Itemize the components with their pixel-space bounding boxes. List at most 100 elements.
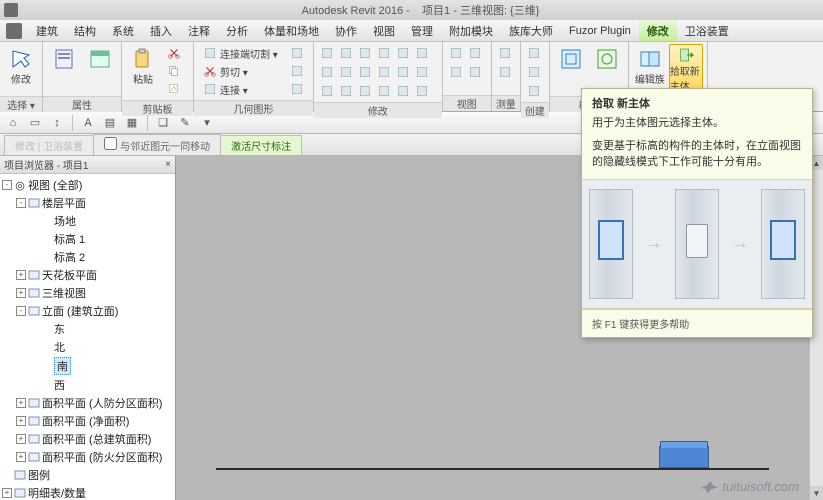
tree-twisty[interactable]: + <box>16 288 26 298</box>
menu-族库大师[interactable]: 族库大师 <box>501 20 561 41</box>
tree-twisty[interactable]: - <box>16 306 26 316</box>
ribbon-btn-pick-host[interactable]: 拾取新主体 <box>669 44 703 94</box>
tree-label[interactable]: 天花板平面 <box>42 267 97 283</box>
ribbon-tool-5-2[interactable] <box>447 63 465 81</box>
tab-checkbox[interactable] <box>104 137 117 150</box>
ribbon-tool-4-5[interactable] <box>413 44 431 62</box>
tree-label[interactable]: 明细表/数量 <box>28 485 86 500</box>
plumbing-fixture-element[interactable] <box>659 446 709 468</box>
ribbon-tool-4-6[interactable] <box>318 63 336 81</box>
tree-label[interactable]: 标高 1 <box>54 231 85 247</box>
project-browser-tree[interactable]: -◎视图 (全部)-楼层平面场地标高 1标高 2+天花板平面+三维视图-立面 (… <box>0 174 175 500</box>
menu-Fuzor Plugin[interactable]: Fuzor Plugin <box>561 20 639 41</box>
tree-twisty[interactable]: + <box>2 488 12 498</box>
ribbon-tool-4-7[interactable] <box>337 63 355 81</box>
menu-管理[interactable]: 管理 <box>403 20 441 41</box>
ribbon-tool-4-8[interactable] <box>356 63 374 81</box>
ribbon-btn-modify-arrow[interactable]: 修改 <box>4 44 38 94</box>
tree-label[interactable]: 南 <box>54 357 71 375</box>
ribbon-btn-copy[interactable] <box>162 62 189 80</box>
options-tab-1[interactable]: 与邻近图元一同移动 <box>93 134 221 155</box>
ribbon-mini-extra[interactable] <box>285 62 309 80</box>
qa-arrow-icon[interactable]: ↕ <box>48 114 66 132</box>
menu-视图[interactable]: 视图 <box>365 20 403 41</box>
qa-filter-icon[interactable]: ▤ <box>101 114 119 132</box>
ribbon-btn-cut[interactable]: 剪切 ▾ <box>198 62 283 80</box>
menu-协作[interactable]: 协作 <box>327 20 365 41</box>
tree-twisty[interactable]: - <box>2 180 12 190</box>
ribbon-tool-5-0[interactable] <box>447 44 465 62</box>
tree-twisty[interactable]: + <box>16 398 26 408</box>
menu-app[interactable] <box>0 20 28 41</box>
tree-label[interactable]: 西 <box>54 377 65 393</box>
ribbon-tool-7-1[interactable] <box>525 63 543 81</box>
ribbon-btn-type-prop[interactable] <box>83 44 117 94</box>
ribbon-tool-4-14[interactable] <box>356 82 374 100</box>
tree-label[interactable]: 面积平面 (净面积) <box>42 413 129 429</box>
menu-分析[interactable]: 分析 <box>218 20 256 41</box>
menu-修改[interactable]: 修改 <box>639 20 677 41</box>
ribbon-mini-extra[interactable] <box>285 80 309 98</box>
ribbon-btn-join-trim[interactable]: 连接端切割 ▾ <box>198 44 283 62</box>
tree-label[interactable]: 面积平面 (总建筑面积) <box>42 431 151 447</box>
ribbon-btn-paste[interactable]: 粘贴 <box>126 44 160 94</box>
ribbon-tool-4-15[interactable] <box>375 82 393 100</box>
tree-label[interactable]: 面积平面 (人防分区面积) <box>42 395 162 411</box>
ribbon-tool-4-1[interactable] <box>337 44 355 62</box>
ribbon-tool-4-9[interactable] <box>375 63 393 81</box>
options-tab-2[interactable]: 激活尺寸标注 <box>220 135 302 155</box>
tree-label[interactable]: 标高 2 <box>54 249 85 265</box>
ribbon-btn-match[interactable] <box>162 80 189 98</box>
tree-label[interactable]: 场地 <box>54 213 76 229</box>
scroll-down-icon[interactable]: ▼ <box>810 486 823 500</box>
ribbon-mini-extra[interactable] <box>285 44 309 62</box>
ribbon-tool-4-13[interactable] <box>337 82 355 100</box>
menu-卫浴装置[interactable]: 卫浴装置 <box>677 20 737 41</box>
tree-twisty[interactable]: - <box>16 198 26 208</box>
ribbon-btn-properties[interactable] <box>47 44 81 94</box>
tree-twisty[interactable]: + <box>16 416 26 426</box>
ribbon-btn-edit-host[interactable]: 编辑族 <box>633 44 667 94</box>
close-icon[interactable]: × <box>165 159 171 170</box>
tree-label[interactable]: 图例 <box>28 467 50 483</box>
tree-label[interactable]: 视图 (全部) <box>28 177 82 193</box>
qa-home-icon[interactable]: ⌂ <box>4 114 22 132</box>
tree-label[interactable]: 三维视图 <box>42 285 86 301</box>
tree-twisty[interactable]: + <box>16 434 26 444</box>
qa-copy-icon[interactable]: ❏ <box>154 114 172 132</box>
menu-结构[interactable]: 结构 <box>66 20 104 41</box>
project-browser-header[interactable]: 项目浏览器 - 项目1 × <box>0 156 175 174</box>
qa-open-icon[interactable]: ▭ <box>26 114 44 132</box>
ribbon-tool-4-11[interactable] <box>413 63 431 81</box>
ribbon-tool-4-0[interactable] <box>318 44 336 62</box>
ribbon-tool-4-12[interactable] <box>318 82 336 100</box>
ribbon-tool-5-3[interactable] <box>466 63 484 81</box>
qa-layers-icon[interactable]: ▦ <box>123 114 141 132</box>
ribbon-tool-4-3[interactable] <box>375 44 393 62</box>
tree-label[interactable]: 北 <box>54 339 65 355</box>
tree-label[interactable]: 立面 (建筑立面) <box>42 303 118 319</box>
tree-twisty[interactable]: + <box>16 270 26 280</box>
ribbon-btn-pick-mode[interactable] <box>590 44 624 94</box>
ribbon-tool-7-0[interactable] <box>525 44 543 62</box>
ribbon-tool-4-4[interactable] <box>394 44 412 62</box>
ribbon-btn-edit-mode[interactable] <box>554 44 588 94</box>
tree-label[interactable]: 面积平面 (防火分区面积) <box>42 449 162 465</box>
ribbon-tool-4-17[interactable] <box>413 82 431 100</box>
ribbon-tool-6-0[interactable] <box>496 44 514 62</box>
menu-系统[interactable]: 系统 <box>104 20 142 41</box>
ribbon-tool-6-1[interactable] <box>496 63 514 81</box>
menu-体量和场地[interactable]: 体量和场地 <box>256 20 327 41</box>
ribbon-tool-5-1[interactable] <box>466 44 484 62</box>
menu-插入[interactable]: 插入 <box>142 20 180 41</box>
ribbon-tool-4-16[interactable] <box>394 82 412 100</box>
qa-text-icon[interactable]: A <box>79 114 97 132</box>
tree-label[interactable]: 楼层平面 <box>42 195 86 211</box>
ribbon-tool-4-2[interactable] <box>356 44 374 62</box>
ribbon-tool-7-2[interactable] <box>525 82 543 100</box>
options-tab-0[interactable]: 修改 | 卫浴装置 <box>4 135 94 155</box>
menu-附加模块[interactable]: 附加模块 <box>441 20 501 41</box>
tree-twisty[interactable]: + <box>16 452 26 462</box>
ribbon-btn-cut[interactable] <box>162 44 189 62</box>
menu-建筑[interactable]: 建筑 <box>28 20 66 41</box>
